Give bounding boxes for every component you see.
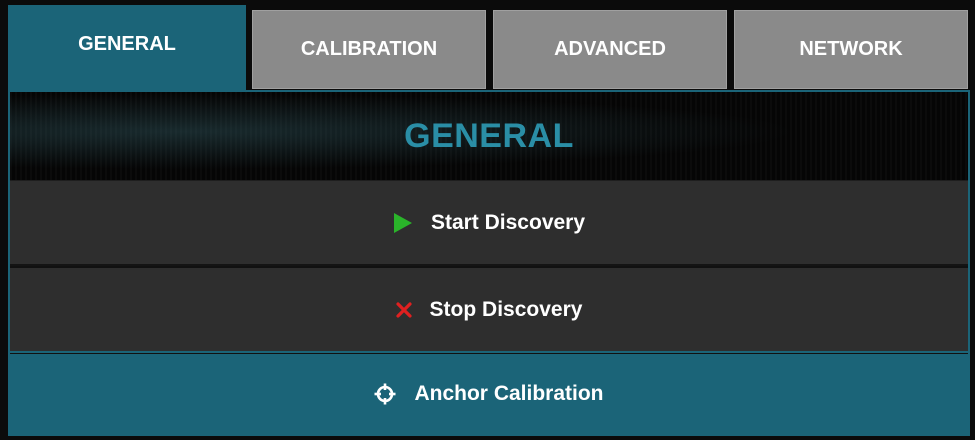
panel-title: GENERAL <box>404 116 574 155</box>
stop-discovery-label: Stop Discovery <box>429 297 583 321</box>
tab-network[interactable]: NETWORK <box>734 10 968 89</box>
tab-advanced-label: ADVANCED <box>554 38 666 60</box>
tab-network-label: NETWORK <box>799 38 903 60</box>
tab-calibration[interactable]: CALIBRATION <box>252 10 486 89</box>
anchor-calibration-label: Anchor Calibration <box>414 382 604 405</box>
tab-general-label: GENERAL <box>78 32 176 55</box>
crosshair-icon <box>374 383 396 405</box>
start-discovery-label: Start Discovery <box>430 210 586 234</box>
tab-advanced[interactable]: ADVANCED <box>493 10 727 89</box>
general-panel: GENERAL Start Discovery Stop Discovery A… <box>8 90 970 436</box>
start-discovery-button[interactable]: Start Discovery <box>10 181 968 266</box>
panel-header: GENERAL <box>10 92 968 181</box>
play-icon <box>393 212 413 234</box>
tab-bar: GENERAL CALIBRATION ADVANCED NETWORK <box>8 5 970 91</box>
settings-window: GENERAL CALIBRATION ADVANCED NETWORK GEN… <box>0 0 975 440</box>
tab-general[interactable]: GENERAL <box>8 5 246 91</box>
stop-discovery-button[interactable]: Stop Discovery <box>10 268 968 353</box>
anchor-calibration-button[interactable]: Anchor Calibration <box>10 354 968 434</box>
close-icon <box>395 301 412 318</box>
tab-calibration-label: CALIBRATION <box>300 38 438 60</box>
